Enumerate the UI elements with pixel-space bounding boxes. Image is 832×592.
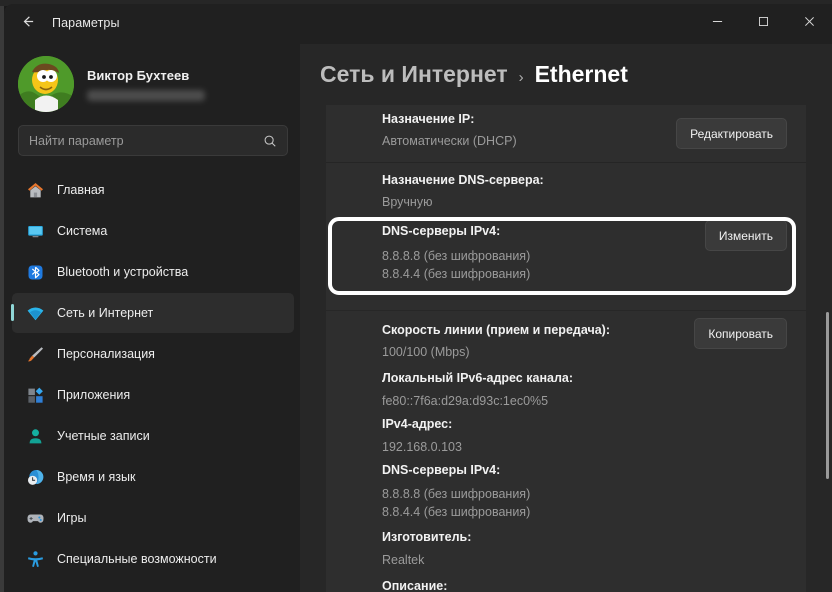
account-icon (26, 427, 45, 446)
sidebar-item-accounts[interactable]: Учетные записи (12, 416, 294, 456)
window-controls (694, 4, 832, 38)
sidebar-nav: Главная Система Bluetooth и устройства С… (11, 170, 294, 580)
sidebar-item-system[interactable]: Система (12, 211, 294, 251)
close-button[interactable] (786, 4, 832, 38)
sidebar-item-label: Система (57, 224, 108, 238)
apps-icon (26, 386, 45, 405)
search-input[interactable]: Найти параметр (18, 125, 288, 156)
dns-info-value-1: 8.8.8.8 (без шифрования) (382, 487, 531, 501)
settings-window: Параметры Виктор Бухтеев Найти параметр … (4, 4, 832, 592)
main-content: Сеть и Интернет › Ethernet Назначение IP… (300, 44, 832, 592)
system-icon (26, 222, 45, 241)
ipv4-address-value: 192.168.0.103 (382, 440, 462, 454)
breadcrumb-current: Ethernet (534, 61, 628, 87)
sidebar-item-label: Специальные возможности (57, 552, 217, 566)
dns-assignment-value: Вручную (382, 195, 433, 209)
sidebar-item-personalization[interactable]: Персонализация (12, 334, 294, 374)
home-icon (26, 181, 45, 200)
settings-scroll-area[interactable]: Назначение IP: Автоматически (DHCP) Реда… (300, 105, 832, 592)
brush-icon (26, 345, 45, 364)
sidebar-item-bluetooth[interactable]: Bluetooth и устройства (12, 252, 294, 292)
ip-assignment-value: Автоматически (DHCP) (382, 134, 517, 148)
user-profile[interactable]: Виктор Бухтеев (18, 52, 288, 116)
adapter-properties-card: Скорость линии (прием и передача): 100/1… (326, 311, 806, 592)
sidebar-item-label: Главная (57, 183, 105, 197)
sidebar-item-accessibility[interactable]: Специальные возможности (12, 539, 294, 579)
sidebar-item-home[interactable]: Главная (12, 170, 294, 210)
ip-assignment-label: Назначение IP: (382, 112, 475, 126)
dns-servers-ipv4-label: DNS-серверы IPv4: (382, 224, 501, 238)
description-label: Описание: (382, 579, 448, 592)
dns-server-value-1: 8.8.8.8 (без шифрования) (382, 249, 531, 263)
ip-assignment-card: Назначение IP: Автоматически (DHCP) Реда… (326, 105, 806, 163)
accessibility-icon (26, 550, 45, 569)
sidebar-item-time-language[interactable]: Время и язык (12, 457, 294, 497)
desktop-background: Параметры Виктор Бухтеев Найти параметр … (0, 0, 832, 592)
ipv6-local-value: fe80::7f6a:d29a:d93c:1ec0%5 (382, 394, 549, 408)
sidebar-item-label: Сеть и Интернет (57, 306, 154, 320)
sidebar-item-label: Учетные записи (57, 429, 150, 443)
window-title: Параметры (52, 16, 120, 30)
title-bar: Параметры (4, 4, 832, 44)
breadcrumb: Сеть и Интернет › Ethernet (320, 61, 628, 88)
dns-assignment-card: Назначение DNS-сервера: Вручную DNS-серв… (326, 163, 806, 310)
vertical-scrollbar[interactable] (826, 312, 829, 479)
ipv6-local-label: Локальный IPv6-адрес канала: (382, 371, 573, 385)
bluetooth-icon (26, 263, 45, 282)
dns-server-value-2: 8.8.4.4 (без шифрования) (382, 267, 531, 281)
back-button[interactable] (12, 10, 42, 38)
sidebar-item-label: Bluetooth и устройства (57, 265, 189, 279)
manufacturer-label: Изготовитель: (382, 530, 472, 544)
ipv4-address-label: IPv4-адрес: (382, 417, 453, 431)
search-icon (263, 134, 277, 148)
sidebar-item-network-internet[interactable]: Сеть и Интернет (11, 293, 294, 333)
sidebar-item-label: Время и язык (57, 470, 136, 484)
back-arrow-icon (20, 14, 35, 34)
link-speed-value: 100/100 (Mbps) (382, 345, 470, 359)
dns-servers-info-label: DNS-серверы IPv4: (382, 463, 501, 477)
dns-info-value-2: 8.8.4.4 (без шифрования) (382, 505, 531, 519)
maximize-button[interactable] (740, 4, 786, 38)
wifi-icon (26, 304, 45, 323)
breadcrumb-parent[interactable]: Сеть и Интернет (320, 61, 508, 88)
sidebar-item-gaming[interactable]: Игры (12, 498, 294, 538)
sidebar-item-apps[interactable]: Приложения (12, 375, 294, 415)
user-email-redacted (87, 89, 205, 101)
user-name: Виктор Бухтеев (87, 67, 190, 83)
breadcrumb-separator-icon: › (518, 69, 524, 86)
gamepad-icon (26, 509, 45, 528)
change-dns-button[interactable]: Изменить (704, 220, 787, 251)
sidebar-item-label: Приложения (57, 388, 131, 402)
link-speed-label: Скорость линии (прием и передача): (382, 323, 611, 337)
avatar (18, 56, 74, 112)
manufacturer-value: Realtek (382, 553, 425, 567)
dns-assignment-label: Назначение DNS-сервера: (382, 173, 544, 187)
minimize-button[interactable] (694, 4, 740, 38)
edit-ip-button[interactable]: Редактировать (676, 118, 787, 149)
clock-globe-icon (26, 468, 45, 487)
sidebar-item-label: Игры (57, 511, 87, 525)
sidebar: Виктор Бухтеев Найти параметр Главная Си… (4, 44, 300, 592)
search-placeholder: Найти параметр (29, 133, 124, 148)
copy-button[interactable]: Копировать (694, 318, 787, 349)
sidebar-item-label: Персонализация (57, 347, 155, 361)
